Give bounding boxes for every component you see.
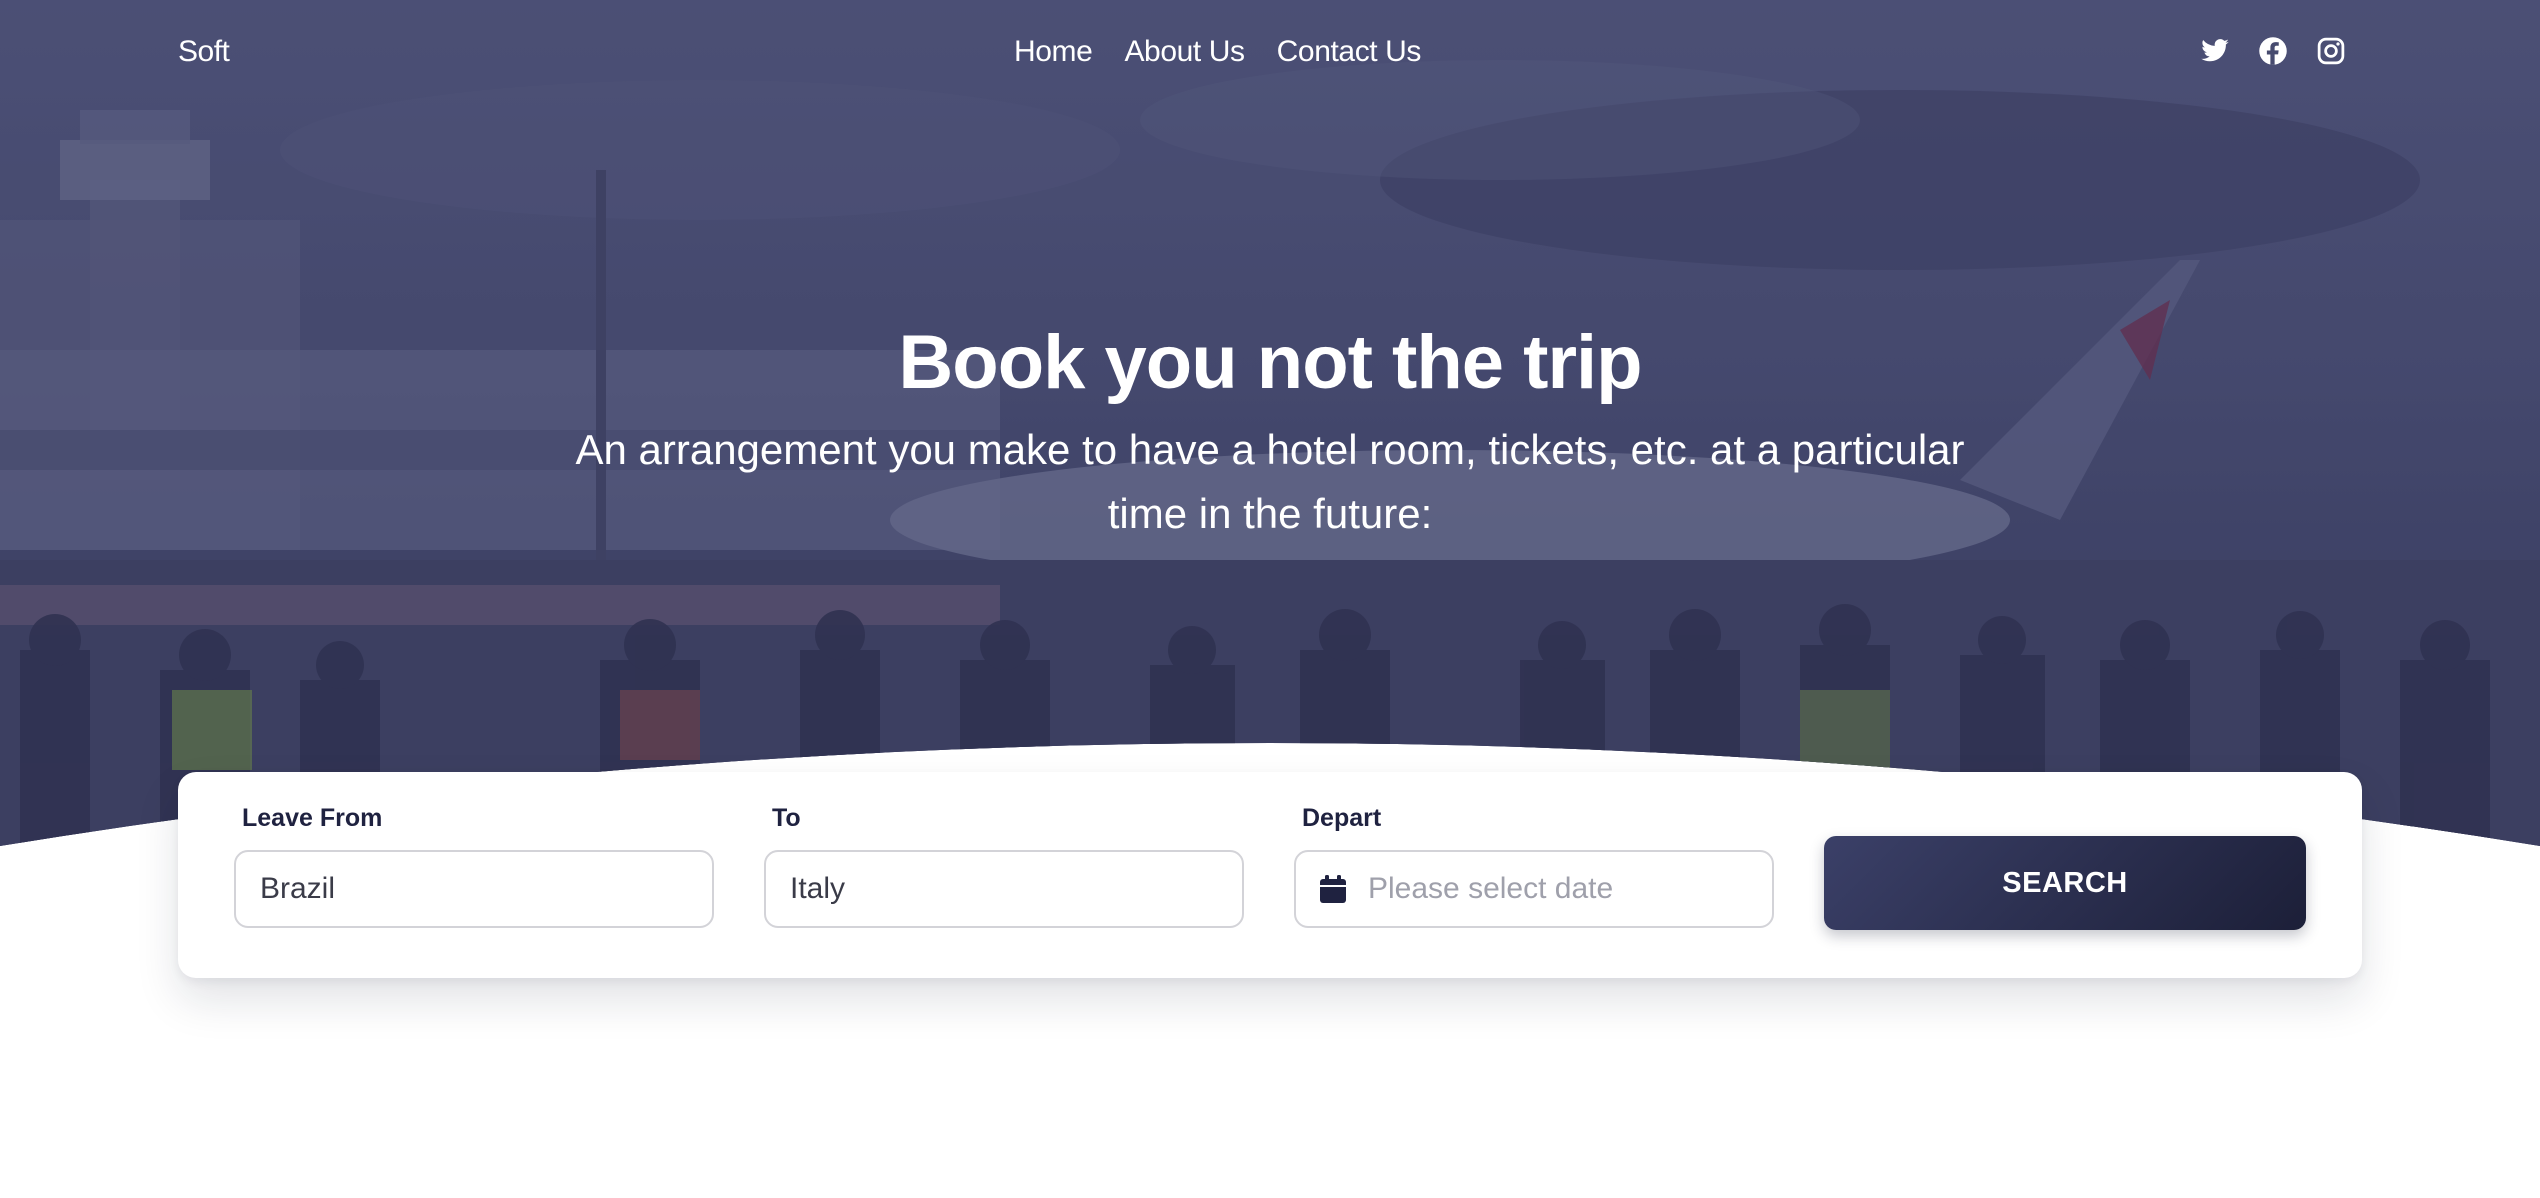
twitter-icon[interactable]	[2200, 36, 2230, 66]
leave-from-field: Leave From Brazil	[178, 802, 714, 928]
hero-subtitle: An arrangement you make to have a hotel …	[575, 426, 1965, 537]
leave-from-value: Brazil	[260, 872, 336, 905]
calendar-icon	[1320, 875, 1346, 903]
leave-from-label: Leave From	[242, 804, 383, 832]
brand-logo[interactable]: Soft	[178, 32, 230, 72]
nav-link-home[interactable]: Home	[1014, 32, 1093, 72]
to-field: To Italy	[708, 802, 1244, 928]
to-label: To	[772, 804, 801, 832]
nav-link-contact-us[interactable]: Contact Us	[1277, 32, 1422, 72]
page: Soft Home About Us Contact Us Book you n…	[0, 0, 2540, 1198]
social-links	[2200, 36, 2346, 66]
depart-date-input[interactable]: Please select date	[1294, 850, 1774, 928]
nav-link-about-us[interactable]: About Us	[1124, 32, 1245, 72]
nav-links: Home About Us Contact Us	[1014, 32, 1421, 72]
hero-title: Book you not the trip	[898, 320, 1642, 405]
search-button[interactable]: SEARCH	[1824, 836, 2306, 930]
hero-headline: Book you not the trip An arrangement you…	[470, 318, 2070, 546]
top-navbar: Soft Home About Us Contact Us	[0, 0, 2540, 104]
to-value: Italy	[790, 872, 846, 905]
depart-field: Depart Please select date	[1238, 802, 1774, 928]
leave-from-input[interactable]: Brazil	[234, 850, 714, 928]
depart-placeholder: Please select date	[1368, 872, 1614, 905]
instagram-icon[interactable]	[2316, 36, 2346, 66]
booking-search-card: Leave From Brazil To Italy Depart Please…	[178, 772, 2362, 978]
to-input[interactable]: Italy	[764, 850, 1244, 928]
facebook-icon[interactable]	[2258, 36, 2288, 66]
depart-label: Depart	[1302, 804, 1382, 832]
